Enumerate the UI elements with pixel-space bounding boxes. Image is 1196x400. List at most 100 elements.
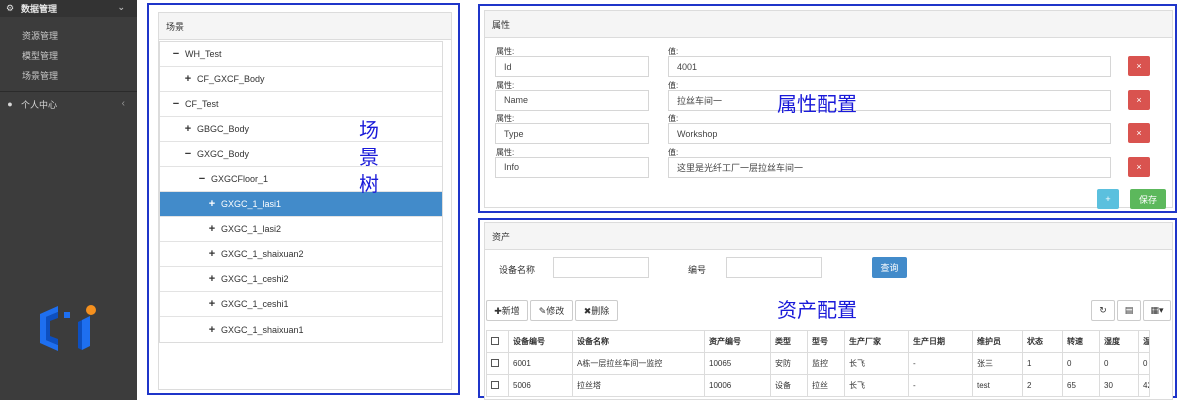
columns-button[interactable]: ▦▾	[1143, 300, 1171, 321]
expand-icon[interactable]: +	[206, 248, 218, 260]
tree-node[interactable]: + GXGC_1_lasi1	[160, 192, 442, 217]
tree-node-label: CF_Test	[185, 99, 219, 109]
column-header[interactable]: 维护员	[972, 330, 1023, 353]
sidebar-item-models[interactable]: 模型管理	[22, 46, 137, 66]
sidebar-divider	[0, 91, 137, 92]
expand-icon[interactable]: +	[206, 223, 218, 235]
device-code-input[interactable]	[726, 257, 822, 278]
tree-node[interactable]: + GBGC_Body	[160, 117, 442, 142]
toggle-view-button[interactable]: ▤	[1117, 300, 1141, 321]
attr-key-input[interactable]: Type	[495, 123, 649, 144]
assets-table: 设备编号设备名称资产编号类型型号生产厂家生产日期维护员状态转速湿度温度 6001…	[486, 330, 1150, 397]
column-header[interactable]: 生产厂家	[844, 330, 909, 353]
refresh-button[interactable]: ↻	[1091, 300, 1115, 321]
tree-node-label: GXGC_1_shaixuan1	[221, 324, 304, 335]
sidebar: ⚙ 数据管理 ⌄ 资源管理 模型管理 场景管理 ● 个人中心 ‹	[0, 0, 137, 400]
select-all-checkbox[interactable]	[486, 330, 509, 353]
table-cell: 6001	[508, 352, 573, 375]
delete-attr-button[interactable]: ×	[1128, 56, 1150, 76]
attr-value-input[interactable]: 这里是光纤工厂一层拉丝车间一	[668, 156, 1111, 178]
table-cell: 拉丝塔	[572, 374, 705, 397]
edit-asset-button[interactable]: ✎修改	[530, 300, 573, 321]
tree-node[interactable]: + GXGC_1_ceshi2	[160, 267, 442, 292]
attr-key-input[interactable]: Name	[495, 89, 649, 111]
table-cell: 0	[1138, 352, 1150, 375]
table-cell: 监控	[807, 352, 845, 375]
expand-icon[interactable]: +	[206, 298, 218, 310]
attr-value-input[interactable]: 4001	[668, 56, 1111, 77]
table-cell: 长飞	[844, 374, 909, 397]
sidebar-item-resources[interactable]: 资源管理	[22, 26, 137, 46]
tree-node[interactable]: − GXGCFloor_1	[160, 167, 442, 192]
column-header[interactable]: 生产日期	[908, 330, 973, 353]
column-header[interactable]: 类型	[770, 330, 808, 353]
tree-node[interactable]: − GXGC_Body	[160, 142, 442, 167]
columns-icon: ▦▾	[1150, 305, 1164, 315]
sidebar-section-data[interactable]: ⚙ 数据管理 ⌄	[0, 0, 137, 17]
save-button[interactable]: 保存	[1130, 189, 1166, 209]
assets-panel-outline: 资产 设备名称 编号 查询 资产配置 ✚新增 ✎修改 ✖删除 ↻ ▤ ▦▾ 设备…	[478, 218, 1177, 400]
tree-node-label: GXGC_1_lasi2	[221, 224, 282, 234]
collapse-icon[interactable]: −	[196, 173, 208, 185]
device-code-label: 编号	[688, 265, 707, 275]
column-header[interactable]: 设备名称	[572, 330, 705, 353]
tree-node[interactable]: − CF_Test	[160, 92, 442, 117]
table-cell: -	[908, 374, 973, 397]
column-header[interactable]: 资产编号	[704, 330, 771, 353]
attr-value-input[interactable]: Workshop	[668, 123, 1111, 144]
table-row[interactable]: 5006拉丝塔10006设备拉丝长飞-test2653042	[486, 374, 1150, 397]
add-asset-button[interactable]: ✚新增	[486, 300, 528, 321]
tree-node[interactable]: − WH_Test	[160, 42, 442, 67]
annotation-char: 场	[359, 118, 379, 142]
column-header[interactable]: 状态	[1022, 330, 1063, 353]
tree-node[interactable]: + GXGC_1_shaixuan1	[160, 317, 442, 342]
expand-icon[interactable]: +	[206, 324, 218, 336]
expand-icon[interactable]: +	[206, 273, 218, 285]
expand-icon[interactable]: +	[206, 198, 218, 210]
tree-node-label: GXGC_1_shaixuan2	[221, 249, 304, 259]
expand-icon[interactable]: +	[182, 123, 194, 135]
column-header[interactable]: 温度	[1138, 330, 1150, 353]
assets-panel-title: 资产	[485, 223, 1172, 250]
column-header[interactable]: 湿度	[1099, 330, 1139, 353]
delete-attr-button[interactable]: ×	[1128, 123, 1150, 143]
delete-attr-button[interactable]: ×	[1128, 156, 1150, 177]
tree-node-label: GXGCFloor_1	[211, 174, 269, 184]
tree-node-label: GBGC_Body	[197, 124, 250, 134]
attr-key-input[interactable]: Info	[495, 156, 649, 178]
column-header[interactable]: 型号	[807, 330, 845, 353]
query-button[interactable]: 查询	[872, 257, 907, 278]
table-cell: 42	[1138, 374, 1150, 397]
tree-node-label: WH_Test	[185, 49, 222, 59]
column-header[interactable]: 设备编号	[508, 330, 573, 353]
annotation-char: 树	[359, 172, 379, 196]
table-cell: -	[908, 352, 973, 375]
table-row[interactable]: 6001 A栋一层拉丝车间一监控 10065 安防 监控 长飞 - 张三 1 0 0 0	[486, 352, 1150, 375]
column-header[interactable]: 转速	[1062, 330, 1100, 353]
add-property-button[interactable]: +	[1097, 189, 1119, 209]
tree-node[interactable]: + CF_GXCF_Body	[160, 67, 442, 92]
tree-node[interactable]: + GXGC_1_shaixuan2	[160, 242, 442, 267]
annotation-char: 景	[359, 145, 379, 169]
sidebar-item-personal[interactable]: ● 个人中心 ‹	[0, 94, 137, 114]
attr-value-input[interactable]: 拉丝车间一	[668, 89, 1111, 111]
attr-key-input[interactable]: Id	[495, 56, 649, 77]
device-name-input[interactable]	[553, 257, 649, 278]
collapse-icon[interactable]: −	[170, 48, 182, 60]
device-name-label: 设备名称	[499, 265, 536, 275]
delete-attr-button[interactable]: ×	[1128, 89, 1150, 110]
collapse-icon[interactable]: −	[182, 148, 194, 160]
tree-node-label: GXGC_Body	[197, 149, 250, 159]
tree-node[interactable]: + GXGC_1_lasi2	[160, 217, 442, 242]
tree-node[interactable]: + GXGC_1_ceshi1	[160, 292, 442, 317]
row-checkbox[interactable]	[486, 374, 509, 397]
row-checkbox[interactable]	[486, 352, 509, 375]
sidebar-item-scenes[interactable]: 场景管理	[22, 66, 137, 86]
table-cell: 设备	[770, 374, 808, 397]
sidebar-submenu: 资源管理 模型管理 场景管理	[0, 17, 137, 86]
tree-node-label: GXGC_1_lasi1	[221, 199, 282, 209]
collapse-icon[interactable]: −	[170, 98, 182, 110]
table-cell: 65	[1062, 374, 1100, 397]
expand-icon[interactable]: +	[182, 73, 194, 85]
delete-asset-button[interactable]: ✖删除	[575, 300, 618, 321]
